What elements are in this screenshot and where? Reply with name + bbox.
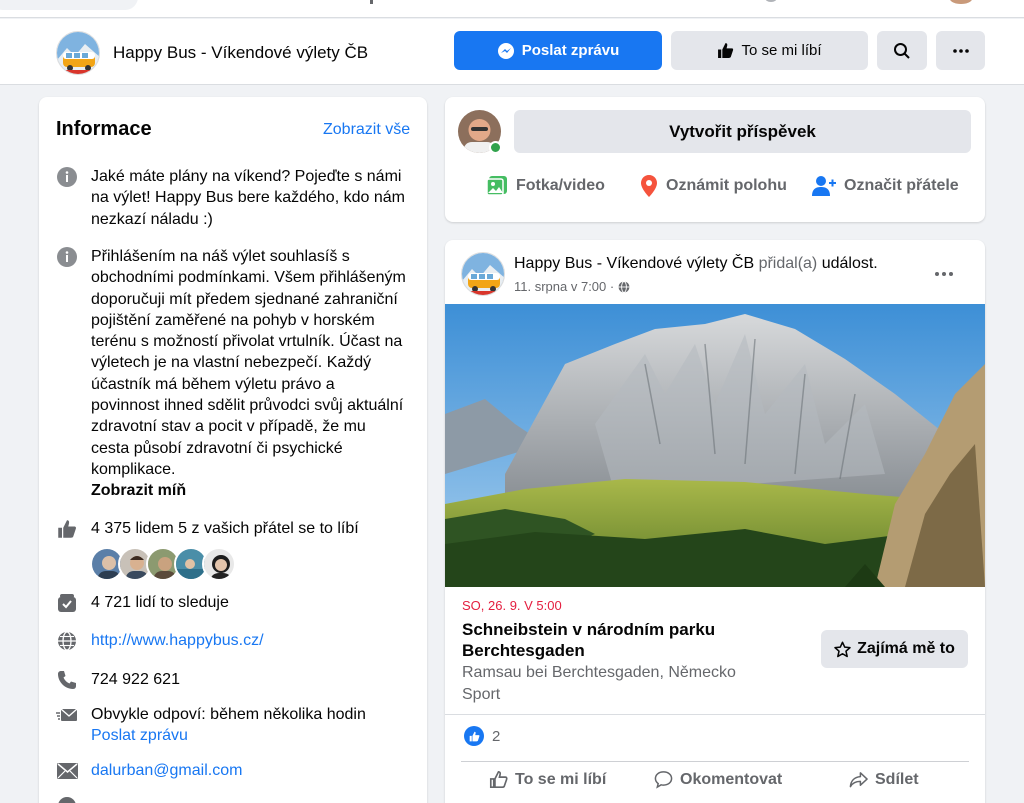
reactions-summary[interactable]: 2 [464, 726, 500, 746]
event-datetime: SO, 26. 9. V 5:00 [462, 598, 562, 613]
search-field-remnant[interactable] [0, 0, 138, 10]
show-less-link[interactable]: Zobrazit míň [91, 480, 406, 501]
post-action-object[interactable]: událost. [822, 255, 878, 272]
nav-icon[interactable] [765, 0, 777, 2]
info-icon [57, 167, 77, 187]
ellipsis-icon [952, 48, 969, 53]
online-status-indicator [489, 141, 502, 154]
thumbs-up-icon [58, 520, 76, 538]
comment-icon [654, 771, 673, 789]
terms-text: Přihlášením na náš výlet souhlasíš s obc… [91, 248, 406, 478]
event-post: Happy Bus - Víkendové výlety ČB přidal(a… [445, 240, 985, 803]
event-cover-photo[interactable] [445, 304, 985, 587]
response-row: Obvykle odpoví: během několika hodin Pos… [56, 704, 406, 747]
tag-friends-icon [812, 176, 836, 196]
thumbs-up-icon [718, 43, 734, 58]
divider [461, 761, 969, 762]
followers-row: 4 721 lidí to sleduje [56, 592, 406, 614]
send-message-label: Poslat zprávu [521, 42, 620, 59]
post-author-avatar[interactable] [461, 252, 505, 296]
profile-avatar[interactable] [950, 0, 972, 4]
more-options-button[interactable] [936, 31, 985, 70]
phone-text[interactable]: 724 922 621 [91, 669, 406, 691]
follow-icon [58, 594, 76, 612]
page-logo[interactable] [56, 31, 100, 75]
globe-icon [618, 280, 630, 293]
check-in-label: Oznámit polohu [666, 177, 787, 194]
event-category: Sport [462, 686, 501, 703]
photo-video-label: Fotka/video [516, 177, 605, 194]
share-icon [849, 772, 868, 788]
comment-label: Okomentovat [680, 770, 783, 788]
info-icon [57, 247, 77, 267]
search-button[interactable] [877, 31, 927, 70]
share-label: Sdílet [875, 770, 919, 788]
photo-video-button[interactable]: Fotka/video [486, 175, 605, 197]
nav-marker [370, 0, 373, 4]
search-icon [894, 42, 910, 59]
event-details: SO, 26. 9. V 5:00 Schneibstein v národní… [445, 587, 985, 714]
about-row: Jaké máte plány na víkend? Pojeďte s nám… [56, 166, 406, 230]
check-in-button[interactable]: Oznámit polohu [640, 175, 787, 197]
more-info-icon [58, 797, 76, 803]
photo-icon [486, 176, 507, 196]
create-post-button[interactable]: Vytvořit příspěvek [514, 110, 971, 153]
send-message-button[interactable]: Poslat zprávu [454, 31, 662, 70]
like-page-button[interactable]: To se mi líbí [671, 31, 868, 70]
interested-label: Zajímá mě to [857, 640, 955, 657]
friends-avatars[interactable] [90, 547, 236, 581]
location-pin-icon [641, 175, 657, 197]
response-time-text: Obvykle odpoví: během několika hodin [91, 706, 366, 723]
phone-icon [58, 671, 76, 689]
top-navigation-bar [0, 0, 1024, 18]
email-row: dalurban@gmail.com [56, 760, 406, 782]
likes-text[interactable]: 4 375 lidem 5 z vašich přátel se to líbí [91, 518, 406, 540]
followers-text: 4 721 lidí to sleduje [91, 594, 229, 611]
reaction-count: 2 [492, 727, 501, 745]
page-name[interactable]: Happy Bus - Víkendové výlety ČB [113, 43, 368, 63]
phone-row: 724 922 621 [56, 669, 406, 691]
show-all-link[interactable]: Zobrazit vše [323, 121, 410, 139]
ellipsis-icon [935, 272, 953, 276]
messenger-icon [497, 42, 514, 59]
message-icon [56, 708, 78, 721]
tag-friends-label: Označit přátele [844, 177, 959, 194]
likes-row: 4 375 lidem 5 z vašich přátel se to líbí [56, 518, 406, 540]
comment-button[interactable]: Okomentovat [654, 770, 782, 789]
friend-avatar[interactable] [202, 547, 236, 581]
post-date-text[interactable]: 11. srpna v 7:00 · [514, 279, 614, 294]
terms-row: Přihlášením na náš výlet souhlasíš s obc… [56, 246, 406, 502]
post-date: 11. srpna v 7:00 · [514, 279, 630, 294]
globe-icon [58, 631, 76, 651]
event-title[interactable]: Schneibstein v národním parku Berchtesga… [462, 619, 792, 661]
mail-icon [56, 763, 78, 779]
like-page-label: To se mi líbí [741, 42, 822, 59]
post-action-verb: přidal(a) [758, 255, 818, 272]
share-button[interactable]: Sdílet [849, 770, 919, 789]
info-title: Informace [56, 118, 152, 140]
like-post-button[interactable]: To se mi líbí [489, 770, 606, 789]
page-header: Happy Bus - Víkendové výlety ČB Poslat z… [0, 19, 1024, 85]
info-card: Informace Zobrazit vše Jaké máte plány n… [39, 97, 427, 803]
like-reaction-icon [464, 726, 484, 746]
thumbs-up-icon [489, 770, 508, 789]
like-post-label: To se mi líbí [515, 770, 607, 788]
event-location: Ramsau bei Berchtesgaden, Německo [462, 664, 736, 681]
tag-friends-button[interactable]: Označit přátele [812, 175, 959, 197]
about-text: Jaké máte plány na víkend? Pojeďte s nám… [91, 168, 405, 228]
post-options-button[interactable] [935, 260, 953, 281]
divider [445, 714, 985, 715]
send-message-link[interactable]: Poslat zprávu [91, 725, 406, 746]
post-header: Happy Bus - Víkendové výlety ČB přidal(a… [514, 255, 878, 273]
post-composer: Vytvořit příspěvek Fotka/video Oznámit p… [445, 97, 985, 222]
star-icon [834, 641, 851, 657]
post-author-name[interactable]: Happy Bus - Víkendové výlety ČB [514, 255, 754, 272]
interested-button[interactable]: Zajímá mě to [821, 630, 968, 668]
website-link[interactable]: http://www.happybus.cz/ [91, 630, 406, 652]
website-row: http://www.happybus.cz/ [56, 630, 406, 652]
email-link[interactable]: dalurban@gmail.com [91, 760, 406, 782]
